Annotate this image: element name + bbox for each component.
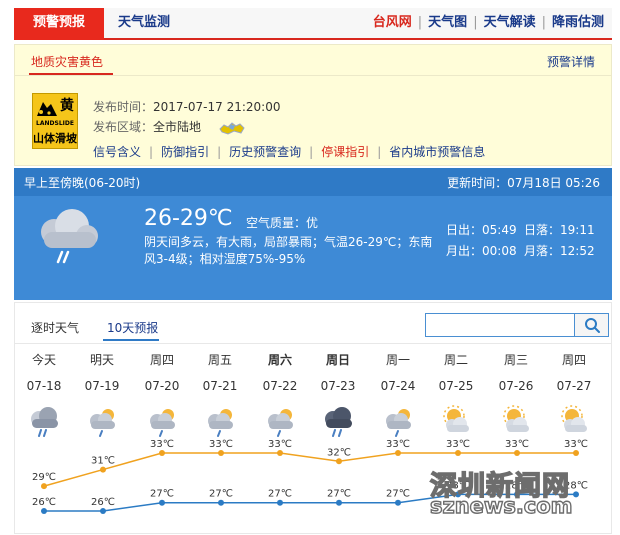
top-links: 台风网 | 天气图 | 天气解读 | 降雨估测 bbox=[373, 8, 604, 38]
publish-time-label: 发布时间： bbox=[93, 100, 154, 114]
moonrise: 月出：00:08 bbox=[446, 244, 517, 258]
separator: | bbox=[217, 145, 222, 159]
warning-level-char: 黄 bbox=[60, 98, 74, 114]
badge-english-label: LANDSLIDE bbox=[36, 120, 74, 127]
high-temp-point bbox=[336, 458, 342, 465]
sun-moon-times: 日出：05:49 日落：19:11 月出：00:08 月落：12:52 bbox=[446, 220, 602, 262]
high-temp-point bbox=[395, 450, 401, 456]
low-temp-label: 27℃ bbox=[150, 489, 174, 500]
link-signal-meaning[interactable]: 信号含义 bbox=[93, 145, 141, 159]
link-provincial-warnings[interactable]: 省内城市预警信息 bbox=[389, 145, 485, 159]
low-temp-label: 27℃ bbox=[327, 489, 351, 500]
warning-panel: 地质灾害黄色 预警详情 黄 LANDSLIDE 山体滑坡 发布时间：2017-0… bbox=[14, 44, 612, 166]
high-temp-label: 33℃ bbox=[386, 439, 410, 450]
high-temp-label: 31℃ bbox=[91, 456, 115, 467]
divider bbox=[15, 75, 611, 76]
air-quality: 空气质量：优 bbox=[246, 216, 319, 230]
low-temp-point bbox=[395, 499, 401, 506]
map-icon[interactable] bbox=[219, 121, 245, 135]
forecast-period: 早上至傍晚(06-20时) bbox=[24, 176, 141, 190]
link-defense-guide[interactable]: 防御指引 bbox=[161, 145, 209, 159]
weather-description: 阴天间多云，有大雨，局部暴雨；气温26-29℃；东南风3-4级；相对湿度75%-… bbox=[144, 235, 433, 266]
link-typhoon[interactable]: 台风网 bbox=[373, 15, 412, 30]
separator: | bbox=[309, 145, 314, 159]
high-temp-label: 33℃ bbox=[268, 439, 292, 450]
low-temp-point bbox=[218, 499, 224, 506]
high-temp-point bbox=[277, 450, 283, 456]
high-temp-label: 32℃ bbox=[327, 447, 351, 458]
publish-area-label: 发布区域： bbox=[93, 120, 154, 134]
high-temp-point bbox=[159, 450, 165, 456]
high-temp-label: 29℃ bbox=[32, 472, 56, 483]
high-temp-point bbox=[573, 450, 579, 456]
badge-chinese-label: 山体滑坡 bbox=[33, 132, 77, 145]
moonset: 月落：12:52 bbox=[524, 244, 595, 258]
warning-detail-link[interactable]: 预警详情 bbox=[547, 53, 595, 70]
low-temp-label: 27℃ bbox=[386, 489, 410, 500]
sunrise: 日出：05:49 bbox=[446, 223, 517, 237]
low-temp-point bbox=[336, 499, 342, 506]
low-temp-label: 27℃ bbox=[209, 489, 233, 500]
link-history-query[interactable]: 历史预警查询 bbox=[229, 145, 301, 159]
landslide-warning-badge: 黄 LANDSLIDE 山体滑坡 bbox=[32, 93, 78, 149]
link-weather-interpretation[interactable]: 天气解读 bbox=[484, 15, 536, 30]
update-time: 更新时间：07月18日 05:26 bbox=[447, 176, 600, 190]
high-temp-label: 33℃ bbox=[150, 439, 174, 450]
heavy-rain-cloud-icon bbox=[41, 209, 98, 264]
publish-time: 2017-07-17 21:20:00 bbox=[153, 100, 281, 114]
separator: | bbox=[473, 15, 478, 30]
link-rain-estimate[interactable]: 降雨估测 bbox=[552, 15, 604, 30]
high-temp-point bbox=[100, 466, 106, 473]
link-weather-map[interactable]: 天气图 bbox=[428, 15, 467, 30]
top-tab-bar: 预警预报 天气监测 台风网 | 天气图 | 天气解读 | 降雨估测 bbox=[14, 8, 612, 40]
high-temp-point bbox=[514, 450, 520, 456]
temperature-range: 26-29℃ bbox=[144, 206, 233, 231]
high-temp-point bbox=[218, 450, 224, 456]
link-class-suspension-guide[interactable]: 停课指引 bbox=[321, 145, 369, 159]
high-temp-point bbox=[41, 483, 47, 490]
high-temp-label: 33℃ bbox=[209, 439, 233, 450]
warning-actions: 信号含义 | 防御指引 | 历史预警查询 | 停课指引 | 省内城市预警信息 bbox=[93, 143, 485, 160]
warning-title[interactable]: 地质灾害黄色 bbox=[31, 53, 103, 70]
tab-weather-monitoring[interactable]: 天气监测 bbox=[118, 8, 170, 38]
low-temp-label: 27℃ bbox=[268, 489, 292, 500]
current-forecast-panel: 早上至傍晚(06-20时) 更新时间：07月18日 05:26 26-29℃ 空… bbox=[14, 168, 612, 300]
low-temp-point bbox=[159, 499, 165, 506]
high-temp-label: 33℃ bbox=[505, 439, 529, 450]
high-temp-label: 33℃ bbox=[564, 439, 588, 450]
separator: | bbox=[417, 15, 423, 30]
low-temp-label: 26℃ bbox=[32, 497, 56, 508]
low-temp-point bbox=[277, 499, 283, 506]
separator: | bbox=[149, 145, 154, 159]
low-temp-point bbox=[100, 508, 106, 514]
separator: | bbox=[377, 145, 382, 159]
low-temp-label: 26℃ bbox=[91, 497, 115, 508]
high-temp-point bbox=[455, 450, 461, 456]
publish-area: 全市陆地 bbox=[153, 120, 202, 134]
high-temp-label: 33℃ bbox=[446, 439, 470, 450]
separator: | bbox=[541, 15, 546, 30]
low-temp-point bbox=[41, 508, 47, 514]
sunset: 日落：19:11 bbox=[524, 223, 595, 237]
low-temp-point bbox=[573, 491, 579, 498]
watermark-en: sznews.com bbox=[429, 493, 573, 518]
tab-warning-forecast[interactable]: 预警预报 bbox=[14, 8, 104, 40]
warning-info: 发布时间：2017-07-17 21:20:00 发布区域：全市陆地 bbox=[93, 97, 280, 137]
